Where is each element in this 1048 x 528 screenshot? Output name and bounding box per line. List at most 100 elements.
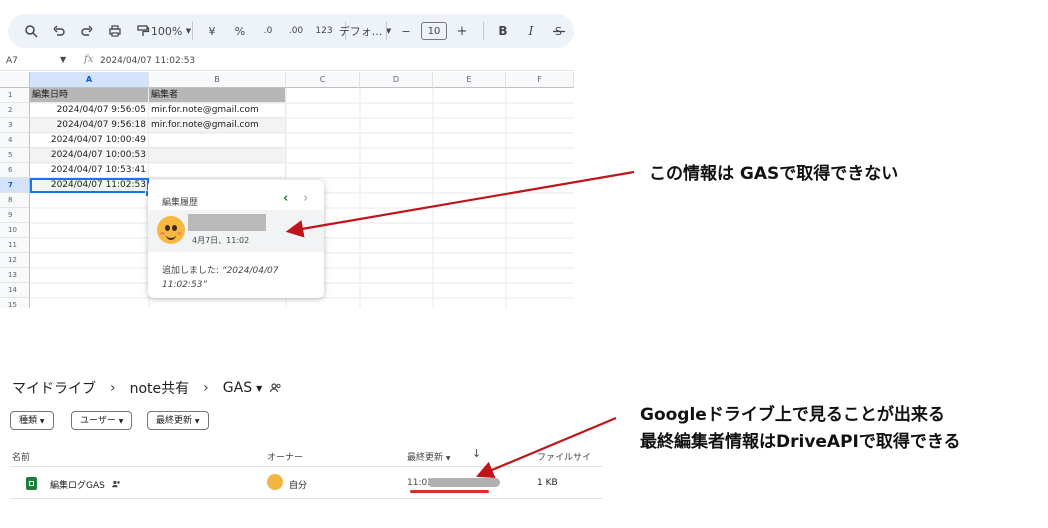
file-name[interactable]: 編集ログGAS	[50, 478, 122, 491]
chevron-down-icon: ▼	[39, 418, 45, 425]
font-select[interactable]: デフォ... ▼	[339, 19, 391, 43]
strikethrough-icon[interactable]: S	[546, 19, 572, 43]
row-header[interactable]: 6	[0, 163, 30, 178]
column-header-a[interactable]: A	[30, 72, 149, 88]
row-header[interactable]: 9	[0, 208, 30, 223]
cell-b2[interactable]: mir.for.note@gmail.com	[149, 103, 286, 118]
bold-label: B	[498, 24, 508, 38]
cell-a4[interactable]: 2024/04/07 10:00:49	[30, 133, 149, 148]
row-header[interactable]: 3	[0, 118, 30, 133]
breadcrumb-gas[interactable]: GAS	[223, 380, 252, 396]
cell-a2[interactable]: 2024/04/07 9:56:05	[30, 103, 149, 118]
cell-a3[interactable]: 2024/04/07 9:56:18	[30, 118, 149, 133]
column-name-header[interactable]: 名前	[12, 450, 30, 463]
row-header[interactable]: 12	[0, 253, 30, 268]
row-header[interactable]: 11	[0, 238, 30, 253]
name-box[interactable]: A7	[6, 56, 18, 66]
avatar-eye	[165, 225, 170, 231]
cell-b5[interactable]	[149, 148, 286, 163]
avatar-cheek	[177, 232, 182, 235]
cell-b6[interactable]	[149, 163, 286, 178]
font-size-decrease-button[interactable]: −	[393, 19, 419, 43]
chevron-down-icon: ▼	[445, 455, 451, 462]
increase-decimal-button[interactable]: .00	[283, 19, 309, 43]
row-header[interactable]: 14	[0, 283, 30, 298]
undo-icon[interactable]	[46, 19, 72, 43]
chevron-right-icon[interactable]: ›	[303, 191, 308, 206]
annotation-drive-line2: 最終編集者情報はDriveAPIで取得できる	[640, 432, 961, 452]
decrease-decimal-button[interactable]: .0	[255, 19, 281, 43]
avatar-cheek	[160, 232, 165, 235]
cell-a6[interactable]: 2024/04/07 10:53:41	[30, 163, 149, 178]
avatar-mouth	[166, 233, 176, 240]
zoom-select[interactable]: 100% ▼	[151, 19, 191, 43]
cell-a7-selected[interactable]: 2024/04/07 11:02:53	[30, 178, 149, 193]
file-owner: 自分	[289, 481, 308, 491]
edit-history-popup: 編集履歴 ‹ › 4月7日、11:02 追加しました: “2024/04/07 …	[148, 180, 324, 298]
column-header-f[interactable]: F	[506, 72, 574, 88]
sort-arrow-down-icon[interactable]: ↓	[472, 447, 481, 460]
row-header[interactable]: 15	[0, 298, 30, 308]
annotation-gas-cannot: この情報は GASで取得できない	[649, 164, 899, 184]
cell-a5[interactable]: 2024/04/07 10:00:53	[30, 148, 149, 163]
history-desc-prefix: 追加しました:	[162, 266, 222, 276]
row-header[interactable]: 8	[0, 193, 30, 208]
row-header[interactable]: 10	[0, 223, 30, 238]
select-all-corner[interactable]	[0, 72, 30, 88]
google-sheets-icon	[26, 477, 37, 490]
toolbar-divider	[483, 22, 484, 40]
row-header[interactable]: 2	[0, 103, 30, 118]
cell-b3[interactable]: mir.for.note@gmail.com	[149, 118, 286, 133]
breadcrumb-my-drive[interactable]: マイドライブ	[12, 378, 96, 398]
redacted-last-editor	[428, 478, 500, 487]
column-header-d[interactable]: D	[360, 72, 433, 88]
number-format-button[interactable]: 123	[311, 19, 337, 43]
row-header[interactable]: 4	[0, 133, 30, 148]
chevron-right-icon: ›	[203, 380, 209, 396]
chevron-left-icon[interactable]: ‹	[283, 191, 288, 206]
column-owner-header[interactable]: オーナー	[267, 450, 303, 463]
search-menu-icon[interactable]	[18, 19, 44, 43]
shared-people-icon	[270, 383, 281, 393]
filter-type-label: 種類	[19, 416, 38, 426]
filter-type-chip[interactable]: 種類 ▼	[10, 411, 54, 430]
font-size-input[interactable]: 10	[421, 22, 447, 40]
row-header[interactable]: 13	[0, 268, 30, 283]
print-icon[interactable]	[102, 19, 128, 43]
column-modified-header[interactable]: 最終更新 ▼	[407, 450, 451, 463]
column-header-b[interactable]: B	[149, 72, 286, 88]
row-header[interactable]: 1	[0, 88, 30, 103]
function-icon: fx	[84, 54, 94, 65]
row-header[interactable]: 7	[0, 178, 30, 193]
font-size-increase-button[interactable]: +	[449, 19, 475, 43]
column-size-header[interactable]: ファイルサイ	[537, 450, 591, 463]
avatar-eye	[172, 225, 177, 231]
formula-input[interactable]: 2024/04/07 11:02:53	[100, 56, 195, 66]
toolbar-divider	[192, 22, 193, 40]
percent-format-button[interactable]: %	[227, 19, 253, 43]
column-header-c[interactable]: C	[286, 72, 360, 88]
toolbar-divider	[386, 22, 387, 40]
bold-button[interactable]: B	[490, 19, 516, 43]
redo-icon[interactable]	[74, 19, 100, 43]
annotation-drive-line1: Googleドライブ上で見ることが出来る	[640, 405, 945, 425]
italic-button[interactable]: I	[518, 19, 544, 43]
cell-b4[interactable]	[149, 133, 286, 148]
formula-bar: A7 ▼ fx 2024/04/07 11:02:53	[0, 52, 574, 71]
filter-user-chip[interactable]: ユーザー ▼	[71, 411, 133, 430]
file-name-label: 編集ログGAS	[50, 481, 105, 491]
redacted-editor-name	[188, 214, 266, 231]
breadcrumb-note-shared[interactable]: note共有	[130, 378, 190, 398]
font-name: デフォ...	[338, 25, 383, 38]
row-header[interactable]: 5	[0, 148, 30, 163]
cell-b1[interactable]: 編集者	[149, 88, 286, 103]
filter-user-label: ユーザー	[80, 416, 116, 426]
chevron-down-icon[interactable]: ▼	[256, 384, 262, 393]
chevron-down-icon[interactable]: ▼	[60, 55, 66, 64]
table-divider	[10, 498, 602, 499]
cell-a1[interactable]: 編集日時	[30, 88, 149, 103]
red-underline-highlight	[410, 490, 489, 493]
column-header-e[interactable]: E	[433, 72, 506, 88]
filter-modified-chip[interactable]: 最終更新 ▼	[147, 411, 209, 430]
currency-format-button[interactable]: ¥	[199, 19, 225, 43]
